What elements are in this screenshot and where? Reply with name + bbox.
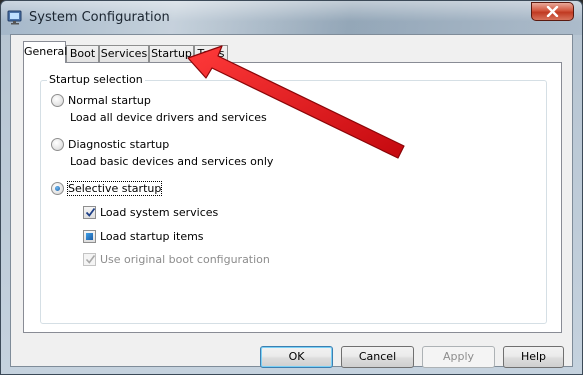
- startup-selection-legend: Startup selection: [47, 73, 145, 86]
- close-button[interactable]: [531, 2, 574, 21]
- apply-button: Apply: [422, 346, 495, 368]
- normal-startup-description: Load all device drivers and services: [70, 111, 267, 124]
- use-original-boot-label: Use original boot configuration: [100, 253, 270, 266]
- checkmark-icon: [85, 207, 96, 217]
- load-system-services-label[interactable]: Load system services: [100, 206, 218, 219]
- checkmark-icon: [85, 255, 96, 264]
- ok-button[interactable]: OK: [260, 346, 333, 368]
- window-title: System Configuration: [29, 10, 170, 25]
- normal-startup-radio[interactable]: [51, 94, 64, 107]
- tab-startup[interactable]: Startup: [149, 45, 194, 62]
- normal-startup-label[interactable]: Normal startup: [68, 94, 151, 107]
- system-configuration-window: System Configuration General Boot Servic…: [0, 0, 583, 375]
- startup-selection-group: Startup selection Normal startup Load al…: [40, 73, 547, 324]
- tab-services[interactable]: Services: [99, 45, 149, 62]
- load-startup-items-label[interactable]: Load startup items: [100, 230, 204, 243]
- diagnostic-startup-label[interactable]: Diagnostic startup: [68, 138, 169, 151]
- load-startup-items-checkbox[interactable]: [83, 230, 96, 243]
- tab-boot[interactable]: Boot: [66, 45, 99, 62]
- selective-startup-radio[interactable]: [51, 182, 64, 195]
- use-original-boot-checkbox: [83, 253, 96, 266]
- general-tab-panel: Startup selection Normal startup Load al…: [23, 62, 562, 333]
- diagnostic-startup-description: Load basic devices and services only: [70, 155, 274, 168]
- help-button[interactable]: Help: [503, 346, 564, 368]
- selective-startup-label[interactable]: Selective startup: [66, 181, 163, 196]
- system-configuration-icon: [7, 10, 22, 25]
- dialog-body: General Boot Services Startup Tools Star…: [10, 34, 573, 368]
- close-icon: [546, 6, 559, 17]
- tab-general[interactable]: General: [23, 41, 67, 63]
- diagnostic-startup-radio[interactable]: [51, 138, 64, 151]
- title-bar[interactable]: System Configuration: [1, 1, 582, 35]
- load-system-services-checkbox[interactable]: [83, 206, 96, 219]
- tab-tools[interactable]: Tools: [194, 45, 228, 62]
- cancel-button[interactable]: Cancel: [341, 346, 414, 368]
